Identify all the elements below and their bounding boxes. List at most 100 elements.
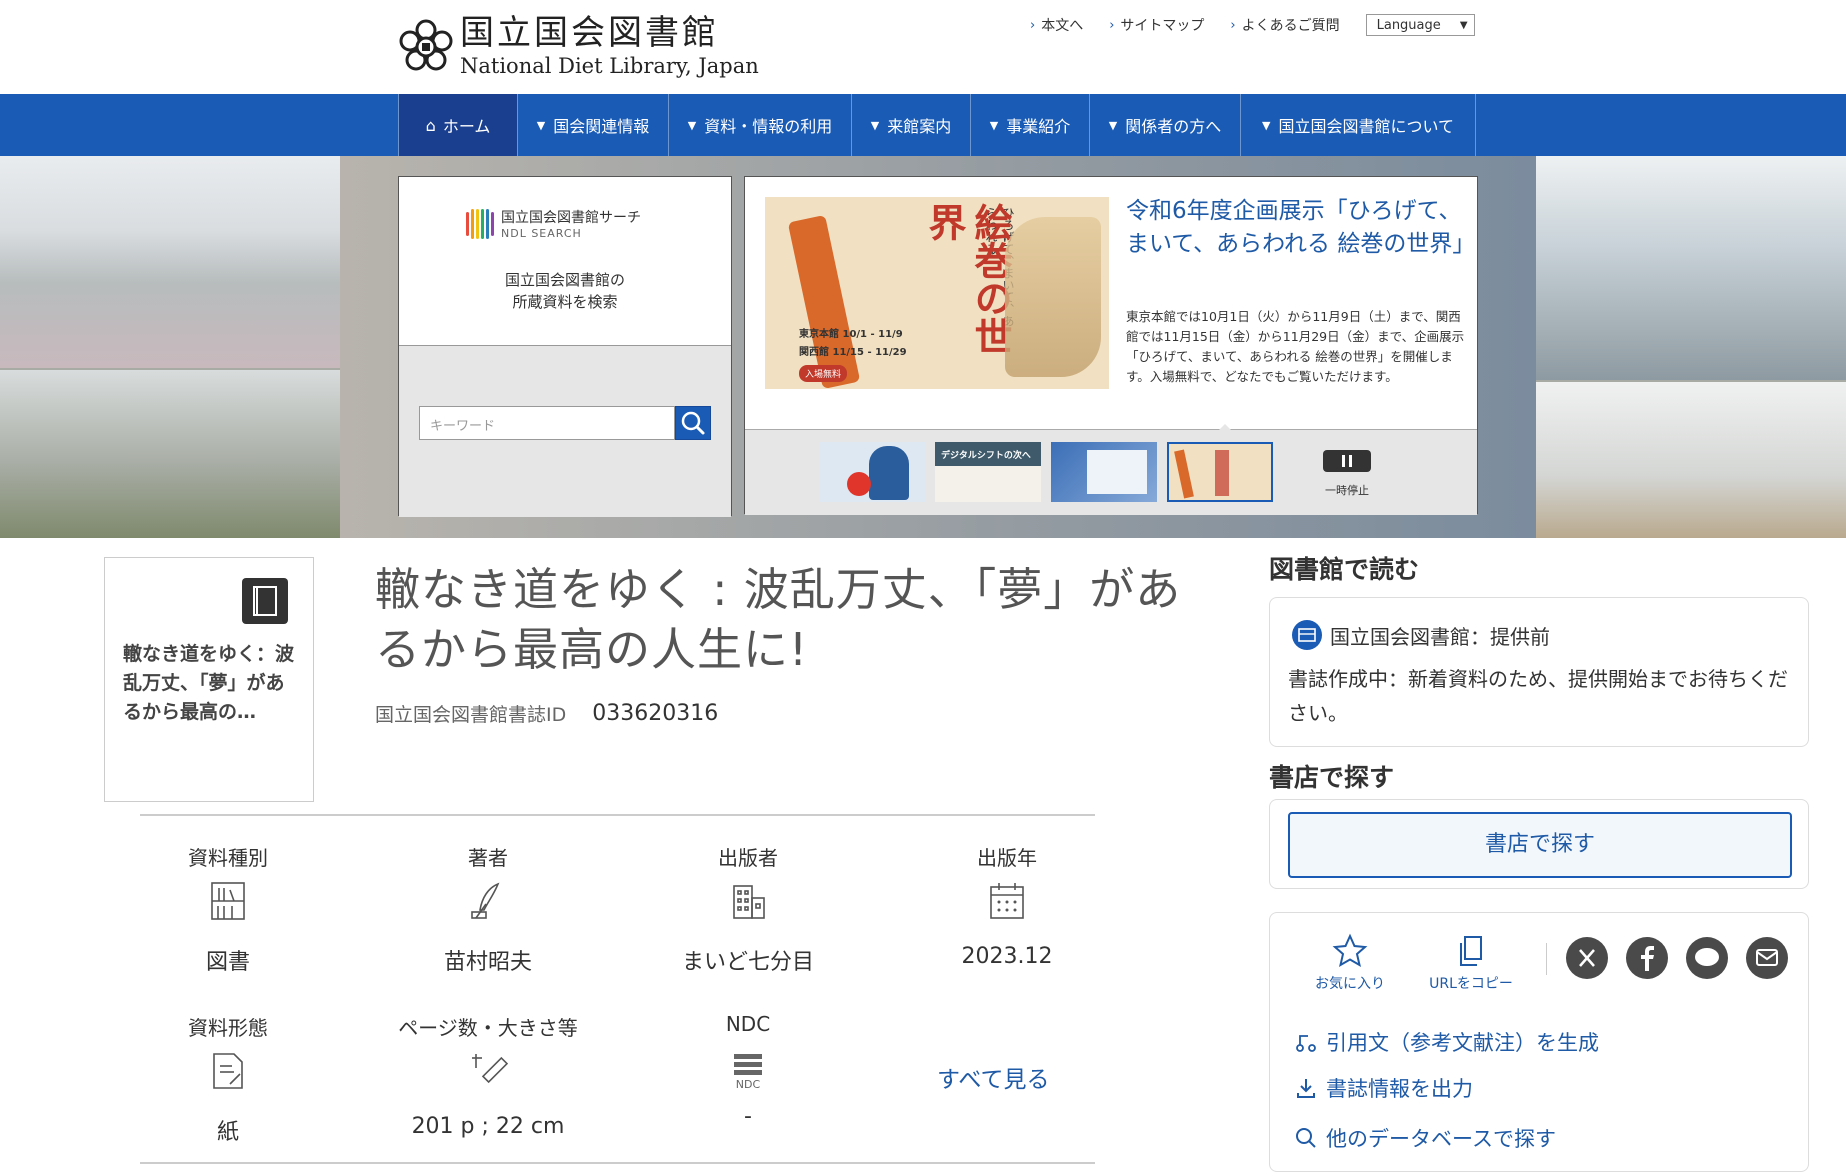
- meta-format: 資料形態 紙: [188, 1016, 268, 1145]
- ndl-search-logo-ja: 国立国会図書館サーチ: [501, 210, 641, 226]
- library-status: 書誌作成中：新着資料のため、提供開始までお待ちください。: [1288, 667, 1788, 725]
- nav-stakeholders[interactable]: ▼ 関係者の方へ: [1089, 94, 1240, 156]
- poster-free-badge: 入場無料: [799, 365, 848, 382]
- util-link-faq[interactable]: › よくあるご質問: [1230, 15, 1339, 35]
- keyword-search-input[interactable]: キーワード: [419, 406, 675, 440]
- copy-icon: [1460, 936, 1482, 966]
- quill-icon: [471, 882, 500, 919]
- citation-icon: [1296, 1035, 1316, 1052]
- meta-author: 著者 苗村昭夫: [443, 846, 532, 975]
- chevron-down-icon: ▼: [1108, 118, 1118, 132]
- ndl-search-logo[interactable]: 国立国会図書館サーチ NDL SEARCH: [465, 207, 641, 240]
- search-other-databases-link[interactable]: 他のデータベースで探す: [1294, 1123, 1556, 1153]
- bibliographic-id-label: 国立国会図書館書誌ID: [375, 704, 567, 726]
- metadata-top-divider: [140, 814, 1095, 816]
- facebook-icon: [1641, 946, 1654, 971]
- nav-diet-info[interactable]: ▼ 国会関連情報: [517, 94, 668, 156]
- thumb-2-banner: [935, 466, 1041, 502]
- carousel-thumbnails: デジタルシフトの次へ 一時停止: [745, 424, 1477, 515]
- search-button[interactable]: [675, 406, 711, 440]
- email-share-button[interactable]: [1746, 937, 1788, 979]
- home-icon: ⌂: [425, 115, 436, 135]
- library-name[interactable]: 国立国会図書館：提供前: [1292, 620, 1550, 650]
- search-icon: [681, 411, 705, 435]
- global-nav: ⌂ ホーム ▼ 国会関連情報 ▼ 資料・情報の利用 ▼ 来館案内 ▼ 事業紹介 ▼ 関係者の…: [0, 94, 1846, 156]
- building-icon: [733, 885, 765, 919]
- thumb-2-text: デジタルシフトの次へ: [941, 451, 1031, 461]
- meta-publisher: 出版者 まいど七分目: [681, 846, 814, 975]
- book-title: 轍なき道をゆく : 波乱万丈、「夢」があるから最高の人生に!: [375, 563, 1182, 676]
- kansai-building-photo: [1536, 156, 1846, 380]
- thumb-badge: [847, 472, 871, 496]
- book-cover-placeholder: 轍なき道をゆく：波乱万丈、「夢」があるから最高の…: [104, 557, 314, 802]
- chevron-down-icon: ▼: [989, 118, 999, 132]
- library-holding-box: 国立国会図書館：提供前 書誌作成中：新着資料のため、提供開始までお待ちください。: [1269, 597, 1809, 747]
- line-share-button[interactable]: [1686, 937, 1728, 979]
- line-icon: [1695, 948, 1719, 966]
- ndl-search-logo-en: NDL SEARCH: [501, 227, 582, 240]
- copy-url-button[interactable]: URLをコピー: [1416, 933, 1526, 993]
- chevron-down-icon: ▼: [687, 118, 697, 132]
- carousel-indicator-arrow: [1219, 424, 1231, 430]
- news-title-link[interactable]: 令和6年度企画展示「ひろげて、まいて、あらわれる 絵巻の世界」: [1126, 195, 1475, 261]
- ndl-search-card: 国立国会図書館サーチ NDL SEARCH 国立国会図書館の 所蔵資料を検索 キ…: [398, 176, 732, 517]
- chevron-right-icon: ›: [1230, 17, 1236, 33]
- find-in-bookstore-button[interactable]: 書店で探す: [1288, 812, 1792, 878]
- see-all-link[interactable]: すべて見る: [937, 1060, 1049, 1094]
- nav-projects[interactable]: ▼ 事業紹介: [970, 94, 1089, 156]
- news-carousel: ひろげて、まいて、あらわれる 絵巻の世界 東京本館 10/1 - 11/9 関西…: [744, 176, 1478, 515]
- exhibition-poster[interactable]: ひろげて、まいて、あらわれる 絵巻の世界 東京本館 10/1 - 11/9 関西…: [765, 197, 1109, 389]
- nav-home[interactable]: ⌂ ホーム: [398, 94, 517, 156]
- chrysanthemum-logo-icon: [399, 19, 453, 70]
- chevron-right-icon: ›: [1109, 17, 1115, 33]
- ndl-search-description: 国立国会図書館の 所蔵資料を検索: [504, 271, 625, 311]
- action-divider: [1546, 943, 1547, 975]
- calendar-icon: [990, 883, 1024, 919]
- nav-visit[interactable]: ▼ 来館案内: [851, 94, 970, 156]
- news-description: 東京本館では10月1日（火）から11月9日（土）まで、関西館では11月15日（金…: [1126, 309, 1465, 384]
- meta-pages-size: ページ数・大きさ等 201 p ; 22 cm: [398, 1016, 578, 1139]
- favorite-button[interactable]: お気に入り: [1308, 933, 1392, 993]
- ruler-icon: [472, 1054, 509, 1084]
- x-share-button[interactable]: [1566, 937, 1608, 979]
- facebook-share-button[interactable]: [1626, 937, 1668, 979]
- site-header: 国立国会図書館 National Diet Library, Japan › 本文…: [0, 0, 1846, 94]
- nav-about[interactable]: ▼ 国立国会図書館について: [1240, 94, 1476, 156]
- bibliographic-id-value: 033620316: [592, 701, 719, 726]
- thumb-3-panel: [1087, 450, 1147, 494]
- util-link-main[interactable]: › 本文へ: [1030, 15, 1083, 35]
- chevron-right-icon: ›: [1030, 17, 1036, 33]
- book-icon: [242, 578, 288, 624]
- bookstore-heading: 書店で探す: [1269, 763, 1395, 792]
- util-link-sitemap[interactable]: › サイトマップ: [1109, 15, 1204, 35]
- carousel-thumb-1[interactable]: [819, 442, 925, 502]
- nav-materials[interactable]: ▼ 資料・情報の利用: [668, 94, 851, 156]
- thumb-4-scroll: [1174, 449, 1194, 499]
- scroll-graphic: [787, 214, 861, 389]
- chevron-down-icon: ▼: [1262, 118, 1271, 132]
- bibliographic-id-row: 国立国会図書館書誌ID 033620316: [375, 700, 718, 727]
- actions-box: お気に入り URLをコピー 引用文（参考文献注）を生成 書誌情報を出力 他のデー…: [1269, 912, 1809, 1172]
- generate-citation-link[interactable]: 引用文（参考文献注）を生成: [1294, 1027, 1599, 1057]
- read-in-library-heading: 図書館で読む: [1269, 555, 1420, 584]
- reading-room-photo: [1536, 382, 1846, 538]
- poster-dates-kansai: 関西館 11/15 - 11/29: [799, 347, 907, 358]
- mail-icon: [1756, 949, 1778, 966]
- library-building-icon: [1292, 620, 1322, 650]
- ndl-search-logo-icon: [466, 208, 494, 239]
- export-bibliographic-link[interactable]: 書誌情報を出力: [1294, 1073, 1473, 1103]
- ndl-logo[interactable]: 国立国会図書館 National Diet Library, Japan: [398, 16, 759, 77]
- thumb-4-text: [1215, 450, 1229, 496]
- chevron-down-icon: ▼: [870, 118, 880, 132]
- ndc-icon: NDC: [728, 1050, 768, 1092]
- carousel-thumb-2[interactable]: デジタルシフトの次へ: [935, 442, 1041, 502]
- language-select[interactable]: Language ▼: [1365, 14, 1475, 36]
- bookstore-box: 書店で探す: [1269, 799, 1809, 889]
- carousel-thumb-4-active[interactable]: [1167, 442, 1273, 502]
- ndc-icon-bar-3: [734, 1070, 762, 1075]
- carousel-thumb-3[interactable]: [1051, 442, 1157, 502]
- pause-icon: [1342, 455, 1352, 467]
- search-icon: [1296, 1128, 1316, 1148]
- thumb-figure: [869, 446, 909, 500]
- carousel-pause-button[interactable]: [1323, 450, 1371, 472]
